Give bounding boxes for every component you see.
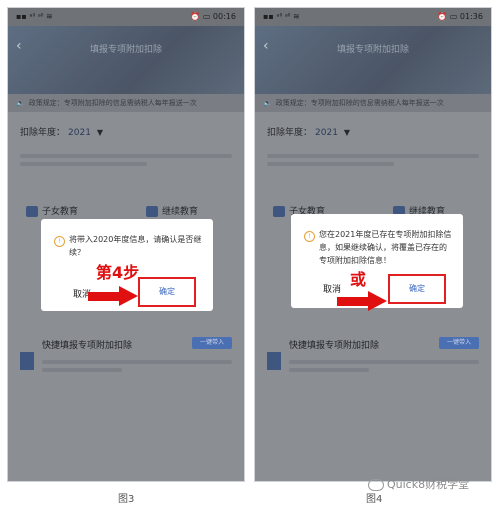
confirm-button[interactable]: 确定 [138,277,196,307]
one-click-import-button[interactable]: 一键带入 [192,337,232,349]
year-label: 扣除年度： [267,128,313,138]
year-selector[interactable]: 扣除年度： 2021 ▼ [20,125,103,138]
book-icon [26,206,38,217]
policy-notice: 🔈 政策规定：专项附加扣除的信息需纳税人每年报送一次 [255,94,491,112]
signal-icons: ▪▪ ᵃˡˡ ᵃˡˡ ≋ [263,12,300,21]
confirm-button[interactable]: 确定 [388,274,446,304]
watermark: Quick8财税学堂 [368,476,469,492]
chevron-down-icon: ▼ [96,128,104,137]
signal-icons: ▪▪ ᵃˡˡ ᵃˡˡ ≋ [16,12,53,21]
graduation-cap-icon [146,206,158,217]
status-time: ⏰ ▭ 00:16 [190,12,236,21]
year-value: 2021 [68,128,91,138]
header-banner: ‹ 填报专项附加扣除 [8,26,244,94]
speaker-icon: 🔈 [263,99,272,107]
category-continuing-education[interactable]: 继续教育 [146,204,198,217]
figure-caption-4: 图4 [366,494,383,505]
policy-notice: 🔈 政策规定：专项附加扣除的信息需纳税人每年报送一次 [8,94,244,112]
info-icon: ! [304,231,315,242]
book-icon [273,206,285,217]
phone-screenshot-right: ▪▪ ᵃˡˡ ᵃˡˡ ≋ ⏰ ▭ 01:36 ‹ 填报专项附加扣除 🔈 政策规定：… [254,7,492,482]
page-title: 填报专项附加扣除 [89,45,162,55]
watermark-text: Quick8财税学堂 [387,478,470,491]
speaker-icon: 🔈 [16,99,25,107]
step-annotation: 第4步 [96,263,140,282]
intro-text [20,154,232,172]
document-icon [20,352,34,370]
dialog-message: 您在2021年度已存在专项附加扣除信息，如果继续确认，将覆盖已存在的专项附加扣除… [319,230,452,265]
status-time: ⏰ ▭ 01:36 [437,12,483,21]
dialog-message: 将带入2020年度信息，请确认是否继续？ [69,235,202,257]
status-bar: ▪▪ ᵃˡˡ ᵃˡˡ ≋ ⏰ ▭ 01:36 [255,8,491,26]
header-banner: ‹ 填报专项附加扣除 [255,26,491,94]
wechat-icon [368,479,384,491]
year-label: 扣除年度： [20,128,66,138]
year-value: 2021 [315,128,338,138]
chevron-down-icon: ▼ [343,128,351,137]
intro-text [267,154,479,172]
notice-text: 政策规定：专项附加扣除的信息需纳税人每年报送一次 [28,99,197,107]
quick-fill-title: 快捷填报专项附加扣除 [289,341,380,351]
phone-screenshot-left: ▪▪ ᵃˡˡ ᵃˡˡ ≋ ⏰ ▭ 00:16 ‹ 填报专项附加扣除 🔈 政策规定：… [7,7,245,482]
status-bar: ▪▪ ᵃˡˡ ᵃˡˡ ≋ ⏰ ▭ 00:16 [8,8,244,26]
quick-fill-section: 快捷填报专项附加扣除 一键带入 [20,337,232,388]
or-annotation: 或 [350,270,367,289]
document-icon [267,352,281,370]
info-icon: ! [54,236,65,247]
quick-fill-title: 快捷填报专项附加扣除 [42,341,133,351]
page-title: 填报专项附加扣除 [336,45,409,55]
category-children-education[interactable]: 子女教育 [26,204,78,217]
red-arrow-icon [88,286,138,306]
year-selector[interactable]: 扣除年度： 2021 ▼ [267,125,350,138]
quick-fill-section: 快捷填报专项附加扣除 一键带入 [267,337,479,388]
figure-caption-3: 图3 [118,494,135,505]
notice-text: 政策规定：专项附加扣除的信息需纳税人每年报送一次 [275,99,444,107]
one-click-import-button[interactable]: 一键带入 [439,337,479,349]
red-arrow-icon [337,291,387,311]
